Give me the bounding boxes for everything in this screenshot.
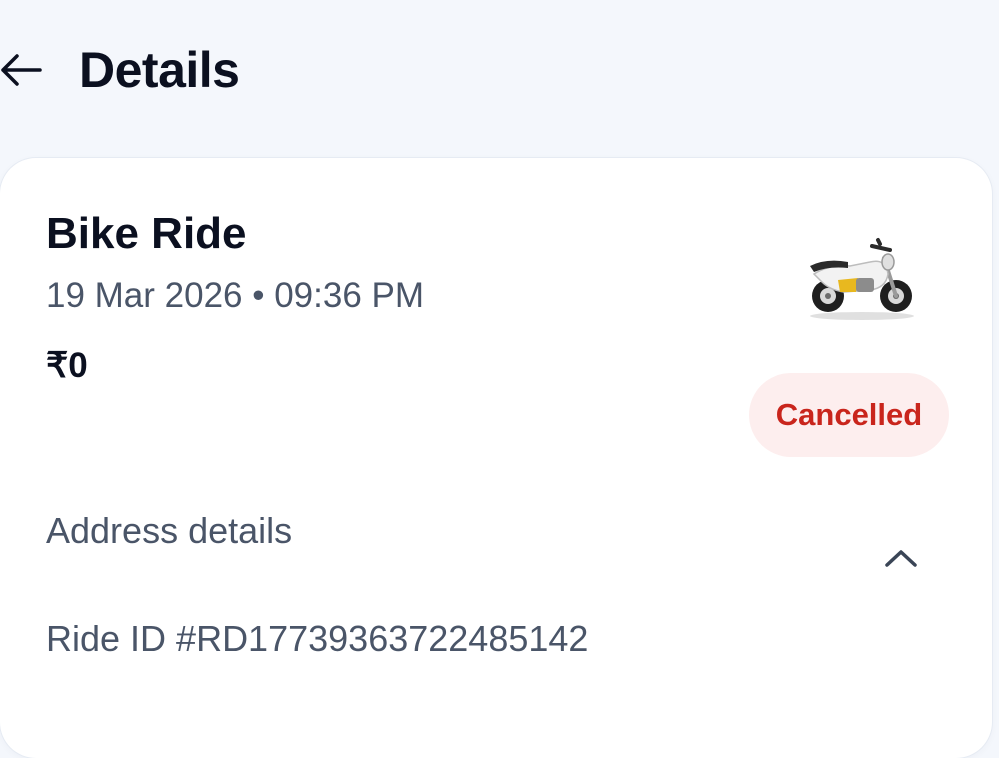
ride-datetime: 19 Mar 2026 • 09:36 PM [46, 276, 425, 315]
address-collapse-button[interactable] [878, 538, 924, 578]
ride-fare: ₹0 [46, 346, 88, 385]
ride-id: Ride ID #RD17739363722485142 [46, 618, 589, 659]
header: Details [0, 0, 999, 150]
chevron-up-icon [885, 550, 917, 567]
address-details-toggle[interactable]: Address details [46, 508, 292, 554]
ride-type-title: Bike Ride [46, 209, 247, 258]
back-button[interactable] [0, 50, 44, 90]
status-badge: Cancelled [749, 373, 949, 457]
page-title: Details [79, 42, 240, 98]
arrow-left-icon [1, 54, 42, 86]
ride-details-card: Bike Ride 19 Mar 2026 • 09:36 PM ₹0 Canc… [0, 158, 992, 758]
motorbike-icon [810, 238, 914, 320]
